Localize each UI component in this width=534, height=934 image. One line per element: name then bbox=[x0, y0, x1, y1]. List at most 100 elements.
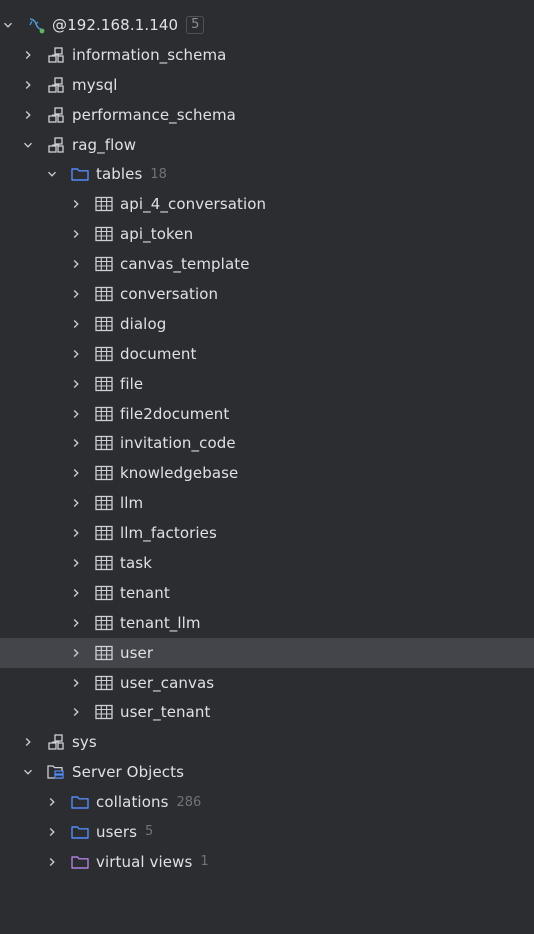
table-label: api_4_conversation bbox=[120, 195, 267, 214]
chevron-right-icon[interactable] bbox=[44, 824, 60, 840]
chevron-right-icon[interactable] bbox=[68, 555, 84, 571]
chevron-right-icon[interactable] bbox=[20, 734, 36, 750]
table-icon bbox=[94, 644, 114, 662]
schema-node-information-schema[interactable]: information_schema bbox=[0, 40, 534, 70]
table-icon bbox=[94, 285, 114, 303]
chevron-right-icon[interactable] bbox=[44, 854, 60, 870]
table-node-user-tenant[interactable]: user_tenant bbox=[0, 697, 534, 727]
server-object-collations[interactable]: collations 286 bbox=[0, 787, 534, 817]
table-node-canvas-template[interactable]: canvas_template bbox=[0, 249, 534, 279]
schema-label: information_schema bbox=[72, 45, 227, 64]
chevron-right-icon[interactable] bbox=[20, 107, 36, 123]
chevron-right-icon[interactable] bbox=[68, 435, 84, 451]
chevron-down-icon[interactable] bbox=[20, 764, 36, 780]
schema-icon bbox=[46, 46, 66, 64]
chevron-right-icon[interactable] bbox=[20, 77, 36, 93]
chevron-down-icon[interactable] bbox=[44, 166, 60, 182]
table-node-conversation[interactable]: conversation bbox=[0, 279, 534, 309]
table-node-llm[interactable]: llm bbox=[0, 488, 534, 518]
chevron-right-icon[interactable] bbox=[68, 406, 84, 422]
chevron-right-icon[interactable] bbox=[44, 794, 60, 810]
server-objects-label: Server Objects bbox=[72, 763, 185, 782]
table-label: user_canvas bbox=[120, 673, 215, 692]
folder-icon bbox=[70, 823, 90, 841]
server-object-users[interactable]: users 5 bbox=[0, 817, 534, 847]
table-icon bbox=[94, 464, 114, 482]
tables-folder[interactable]: tables 18 bbox=[0, 159, 534, 189]
table-node-user[interactable]: user bbox=[0, 637, 534, 668]
table-icon bbox=[94, 554, 114, 572]
connection-label: @192.168.1.140 bbox=[52, 15, 179, 34]
schema-node-sys[interactable]: sys bbox=[0, 727, 534, 757]
table-node-llm-factories[interactable]: llm_factories bbox=[0, 518, 534, 548]
schema-node-rag-flow[interactable]: rag_flow bbox=[0, 130, 534, 160]
table-icon bbox=[94, 345, 114, 363]
schema-label: performance_schema bbox=[72, 105, 236, 124]
schema-icon bbox=[46, 733, 66, 751]
schema-node-performance-schema[interactable]: performance_schema bbox=[0, 100, 534, 130]
table-node-tenant-llm[interactable]: tenant_llm bbox=[0, 608, 534, 638]
chevron-right-icon[interactable] bbox=[68, 704, 84, 720]
chevron-right-icon[interactable] bbox=[68, 645, 84, 661]
table-icon bbox=[94, 614, 114, 632]
table-label: api_token bbox=[120, 225, 194, 244]
chevron-right-icon[interactable] bbox=[68, 615, 84, 631]
table-icon bbox=[94, 315, 114, 333]
table-node-document[interactable]: document bbox=[0, 339, 534, 369]
table-icon bbox=[94, 434, 114, 452]
table-icon bbox=[94, 375, 114, 393]
table-node-file[interactable]: file bbox=[0, 369, 534, 399]
chevron-right-icon[interactable] bbox=[68, 196, 84, 212]
table-icon bbox=[94, 584, 114, 602]
table-node-api-4-conversation[interactable]: api_4_conversation bbox=[0, 189, 534, 219]
table-icon bbox=[94, 494, 114, 512]
chevron-right-icon[interactable] bbox=[68, 346, 84, 362]
table-label: file bbox=[120, 374, 144, 393]
table-label: dialog bbox=[120, 314, 167, 333]
table-node-api-token[interactable]: api_token bbox=[0, 219, 534, 249]
chevron-right-icon[interactable] bbox=[68, 376, 84, 392]
chevron-right-icon[interactable] bbox=[68, 525, 84, 541]
chevron-down-icon[interactable] bbox=[0, 17, 16, 33]
chevron-right-icon[interactable] bbox=[68, 675, 84, 691]
table-label: task bbox=[120, 553, 152, 572]
connection-node[interactable]: @192.168.1.140 5 bbox=[0, 10, 534, 40]
server-object-label: collations bbox=[96, 793, 169, 812]
database-explorer-tree: @192.168.1.140 5 information_schemamysql… bbox=[0, 0, 534, 877]
table-node-invitation-code[interactable]: invitation_code bbox=[0, 428, 534, 458]
chevron-right-icon[interactable] bbox=[68, 495, 84, 511]
chevron-right-icon[interactable] bbox=[20, 47, 36, 63]
chevron-right-icon[interactable] bbox=[68, 585, 84, 601]
table-node-task[interactable]: task bbox=[0, 548, 534, 578]
table-icon bbox=[94, 255, 114, 273]
tables-count: 18 bbox=[150, 166, 167, 182]
chevron-right-icon[interactable] bbox=[68, 226, 84, 242]
chevron-right-icon[interactable] bbox=[68, 256, 84, 272]
table-label: user_tenant bbox=[120, 703, 211, 722]
tables-folder-label: tables bbox=[96, 165, 143, 184]
server-objects-node[interactable]: Server Objects bbox=[0, 757, 534, 787]
table-label: user bbox=[120, 643, 154, 662]
chevron-right-icon[interactable] bbox=[68, 465, 84, 481]
table-label: canvas_template bbox=[120, 255, 250, 274]
folder-icon bbox=[70, 165, 90, 183]
table-icon bbox=[94, 195, 114, 213]
table-node-tenant[interactable]: tenant bbox=[0, 578, 534, 608]
table-label: llm_factories bbox=[120, 524, 217, 543]
chevron-right-icon[interactable] bbox=[68, 316, 84, 332]
folder-icon bbox=[70, 793, 90, 811]
table-node-dialog[interactable]: dialog bbox=[0, 309, 534, 339]
schema-node-mysql[interactable]: mysql bbox=[0, 70, 534, 100]
table-node-user-canvas[interactable]: user_canvas bbox=[0, 668, 534, 698]
table-label: tenant_llm bbox=[120, 613, 201, 632]
schema-label: sys bbox=[72, 733, 97, 752]
table-node-knowledgebase[interactable]: knowledgebase bbox=[0, 458, 534, 488]
table-icon bbox=[94, 225, 114, 243]
table-node-file2document[interactable]: file2document bbox=[0, 399, 534, 429]
chevron-down-icon[interactable] bbox=[20, 137, 36, 153]
schema-icon bbox=[46, 76, 66, 94]
server-object-virtual-views[interactable]: virtual views 1 bbox=[0, 847, 534, 877]
table-label: tenant bbox=[120, 583, 170, 602]
chevron-right-icon[interactable] bbox=[68, 286, 84, 302]
table-label: invitation_code bbox=[120, 434, 236, 453]
